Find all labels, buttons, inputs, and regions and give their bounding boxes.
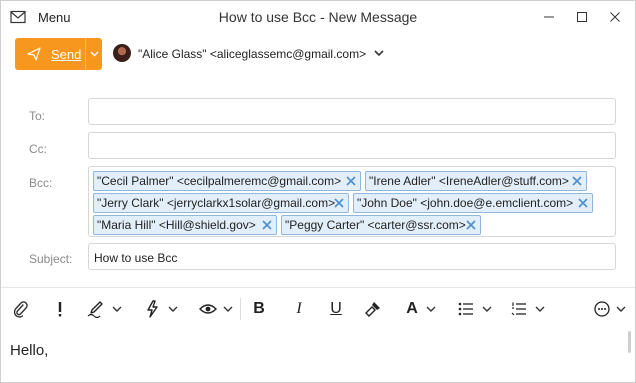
chevron-down-icon [426, 306, 436, 312]
send-button[interactable]: Send [15, 38, 85, 70]
remove-recipient-icon[interactable] [261, 219, 273, 231]
cc-field[interactable] [88, 132, 616, 159]
chevron-down-icon [616, 306, 626, 312]
bullet-list-icon [458, 302, 473, 316]
recipient-label: "Cecil Palmer" <cecilpalmeremc@gmail.com… [97, 174, 342, 188]
signature-icon [87, 301, 103, 318]
format-painter-button[interactable] [361, 298, 385, 320]
chevron-down-icon [168, 306, 178, 312]
priority-button[interactable] [50, 298, 70, 320]
message-body[interactable]: Hello, [10, 342, 48, 359]
bcc-recipient-chip[interactable]: "Maria Hill" <Hill@shield.gov> [93, 215, 277, 235]
remove-recipient-icon[interactable] [345, 175, 357, 187]
scrollbar[interactable] [628, 331, 631, 353]
toolbar-separator [240, 298, 241, 320]
send-label: Send [51, 46, 82, 62]
underline-icon: U [330, 300, 342, 317]
remove-recipient-icon[interactable] [577, 197, 589, 209]
to-field[interactable] [88, 98, 616, 125]
chevron-down-icon [482, 306, 492, 312]
chevron-down-icon[interactable] [373, 48, 385, 58]
recipient-label: "Peggy Carter" <carter@ssr.com> [285, 218, 466, 232]
recipient-label: "Jerry Clark" <jerryclarkx1solar@gmail.c… [97, 196, 336, 210]
more-button[interactable] [590, 298, 630, 320]
attach-button[interactable] [10, 298, 30, 320]
send-icon [27, 47, 41, 61]
bcc-field[interactable]: "Cecil Palmer" <cecilpalmeremc@gmail.com… [88, 166, 616, 237]
maximize-icon[interactable] [574, 9, 590, 25]
format-painter-icon [365, 302, 380, 317]
remove-recipient-icon[interactable] [465, 219, 477, 231]
view-icon [199, 304, 217, 314]
bold-button[interactable]: B [249, 298, 269, 320]
bcc-label: Bcc: [29, 176, 53, 190]
font-color-icon: A [406, 300, 418, 317]
bcc-recipient-chip[interactable]: "Peggy Carter" <carter@ssr.com> [281, 215, 481, 235]
avatar [113, 44, 131, 62]
attach-icon [13, 301, 28, 318]
quick-text-button[interactable] [138, 298, 184, 320]
italic-icon: I [296, 300, 302, 317]
signature-button[interactable] [81, 298, 127, 320]
chevron-down-icon [112, 306, 122, 312]
bcc-recipient-chip[interactable]: "Jerry Clark" <jerryclarkx1solar@gmail.c… [93, 193, 349, 213]
remove-recipient-icon[interactable] [333, 197, 345, 209]
send-options-button[interactable] [86, 38, 102, 70]
window-title: How to use Bcc - New Message [218, 9, 418, 25]
title-bar: Menu How to use Bcc - New Message [1, 1, 635, 34]
chevron-down-icon [90, 51, 98, 57]
bold-icon: B [253, 300, 265, 317]
toolbar-divider [1, 287, 635, 288]
close-icon[interactable] [607, 9, 623, 25]
underline-button[interactable]: U [326, 298, 346, 320]
quick-text-icon [147, 300, 158, 318]
send-group: Send [15, 38, 102, 70]
priority-icon [58, 302, 62, 317]
to-label: To: [29, 109, 46, 123]
font-color-button[interactable]: A [401, 298, 441, 320]
compose-window: Menu How to use Bcc - New Message Send "… [0, 0, 636, 383]
subject-label: Subject: [29, 252, 73, 266]
recipient-label: "Irene Adler" <IreneAdler@stuff.com> [369, 174, 569, 188]
minimize-icon[interactable] [541, 9, 557, 25]
chevron-down-icon [223, 306, 233, 312]
recipient-label: "John Doe" <john.doe@e.emclient.com> [357, 196, 574, 210]
numbered-list-button[interactable] [508, 298, 548, 320]
subject-field[interactable]: How to use Bcc [88, 243, 616, 270]
recipient-label: "Maria Hill" <Hill@shield.gov> [97, 218, 256, 232]
italic-button[interactable]: I [289, 298, 309, 320]
cc-label: Cc: [29, 142, 47, 156]
chevron-down-icon [535, 306, 545, 312]
bullet-list-button[interactable] [455, 298, 495, 320]
more-icon [594, 301, 610, 317]
bcc-recipient-chip[interactable]: "Irene Adler" <IreneAdler@stuff.com> [365, 171, 587, 191]
numbered-list-icon [511, 302, 526, 316]
view-button[interactable] [193, 298, 239, 320]
from-account[interactable]: "Alice Glass" <aliceglassemc@gmail.com> [138, 47, 366, 61]
bcc-recipient-chip[interactable]: "John Doe" <john.doe@e.emclient.com> [353, 193, 593, 213]
bcc-recipient-chip[interactable]: "Cecil Palmer" <cecilpalmeremc@gmail.com… [93, 171, 361, 191]
remove-recipient-icon[interactable] [571, 175, 583, 187]
